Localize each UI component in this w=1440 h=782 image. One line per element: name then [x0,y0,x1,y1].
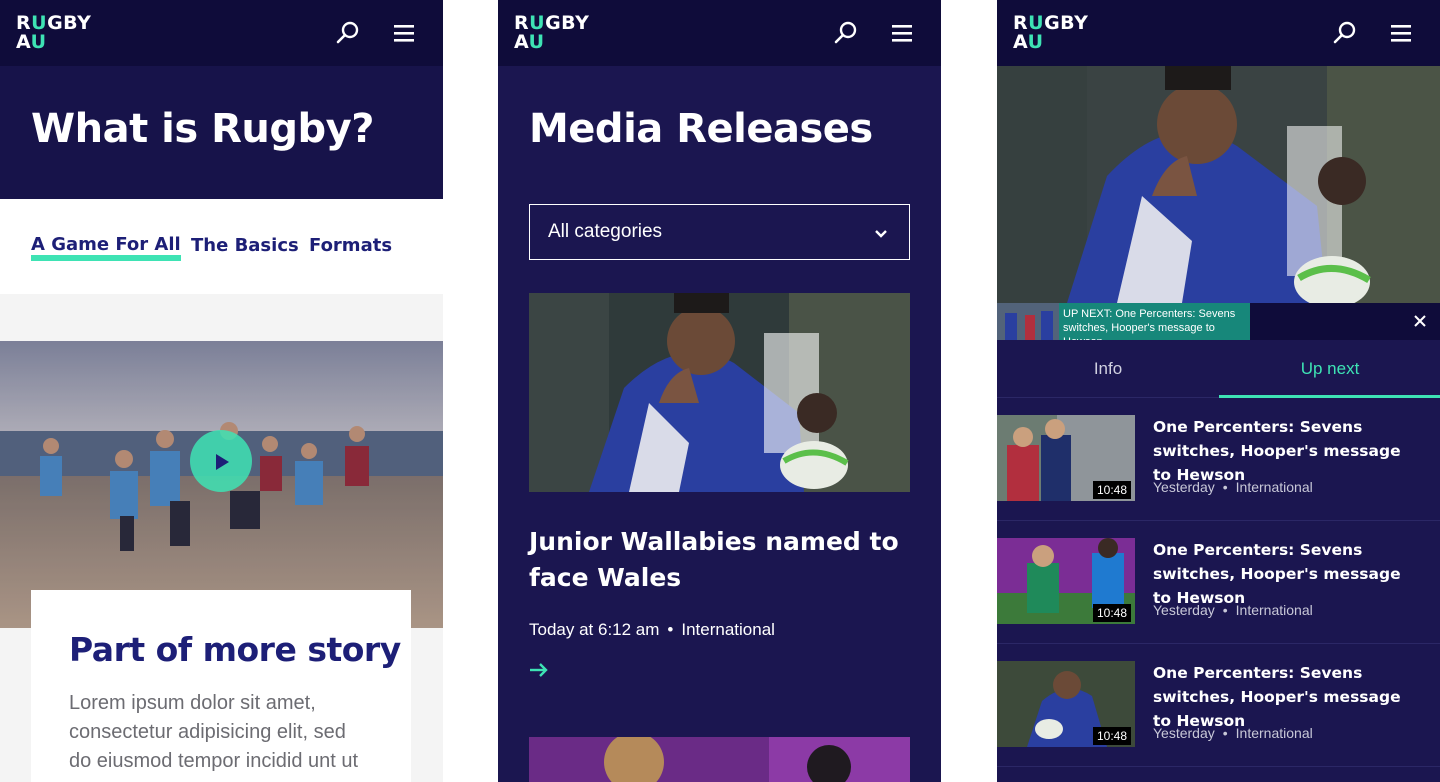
video-thumbnail: 10:48 [997,661,1135,747]
video-player[interactable] [997,66,1440,303]
list-item[interactable]: 10:48 One Percenters: Sevens switches, H… [997,398,1440,521]
video-meta: Yesterday • International [1153,602,1313,618]
video-date: Yesterday [1153,725,1215,741]
tab-the-basics[interactable]: The Basics [191,235,299,256]
article-headline[interactable]: Junior Wallabies named to face Wales [529,524,910,596]
video-duration: 10:48 [1092,727,1131,745]
arrow-right-icon[interactable] [529,660,549,680]
rugby-au-logo[interactable]: RUGBY AU [514,14,604,54]
story-card-body: Lorem ipsum dolor sit amet, consectetur … [69,692,359,772]
separator-dot: • [1222,725,1228,741]
up-next-list: 10:48 One Percenters: Sevens switches, H… [997,398,1440,767]
video-category: International [1235,602,1313,618]
up-next-banner: UP NEXT: One Percenters: Sevens switches… [997,303,1440,348]
tab-info[interactable]: Info [997,340,1219,398]
video-duration: 10:48 [1092,604,1131,622]
section-tabs: A Game For All The Basics Formats [0,199,443,294]
video-title: One Percenters: Sevens switches, Hooper'… [1153,541,1401,607]
player-tabs: Info Up next [997,340,1440,398]
video-thumbnail: 10:48 [997,415,1135,501]
video-category: International [1235,479,1313,495]
tab-a-game-for-all[interactable]: A Game For All [31,235,181,261]
page-title: Media Releases [529,106,873,152]
list-item[interactable]: 10:48 One Percenters: Sevens switches, H… [997,644,1440,767]
separator-dot: • [1222,479,1228,495]
video-duration: 10:48 [1092,481,1131,499]
site-header: RUGBY AU [997,0,1440,66]
video-thumbnail: 10:48 [997,538,1135,624]
list-item[interactable]: 10:48 One Percenters: Sevens switches, H… [997,521,1440,644]
next-article-photo[interactable] [529,737,910,782]
video-title: One Percenters: Sevens switches, Hooper'… [1153,664,1401,730]
tab-formats[interactable]: Formats [309,235,392,256]
search-icon[interactable] [1332,20,1358,46]
separator-dot: • [667,620,674,639]
video-meta: Yesterday • International [1153,479,1313,495]
hamburger-menu-icon[interactable] [889,20,915,46]
story-card-title: Part of more story [69,630,401,669]
hamburger-menu-icon[interactable] [391,20,417,46]
screen-media-releases: RUGBY AU Media Releases All categories J… [498,0,941,782]
chevron-down-icon [875,230,887,238]
screen-video-player: RUGBY AU UP NEXT: One Percenters: Sevens… [997,0,1440,782]
article-category: International [681,620,775,639]
separator-dot: • [1222,602,1228,618]
screen-what-is-rugby: RUGBY AU What is Rugby? A Game For All T… [0,0,443,782]
page-title: What is Rugby? [31,106,374,152]
video-category: International [1235,725,1313,741]
article-photo[interactable] [529,293,910,492]
hamburger-menu-icon[interactable] [1388,20,1414,46]
story-card: Part of more story Lorem ipsum dolor sit… [31,590,411,782]
site-header: RUGBY AU [0,0,443,66]
site-header: RUGBY AU [498,0,941,66]
article-time: Today at 6:12 am [529,620,660,639]
rugby-au-logo[interactable]: RUGBY AU [1013,14,1103,54]
video-meta: Yesterday • International [1153,725,1313,741]
close-icon[interactable] [1412,313,1428,329]
up-next-thumbnail[interactable] [997,303,1059,340]
category-select[interactable]: All categories [529,204,910,260]
play-icon[interactable] [190,430,252,492]
up-next-title[interactable]: UP NEXT: One Percenters: Sevens switches… [1059,303,1250,348]
search-icon[interactable] [335,20,361,46]
tab-up-next[interactable]: Up next [1219,340,1440,398]
video-date: Yesterday [1153,602,1215,618]
video-date: Yesterday [1153,479,1215,495]
rugby-au-logo[interactable]: RUGBY AU [16,14,106,54]
video-title: One Percenters: Sevens switches, Hooper'… [1153,418,1401,484]
article-meta: Today at 6:12 am • International [529,620,775,640]
search-icon[interactable] [833,20,859,46]
category-select-value: All categories [548,221,663,242]
